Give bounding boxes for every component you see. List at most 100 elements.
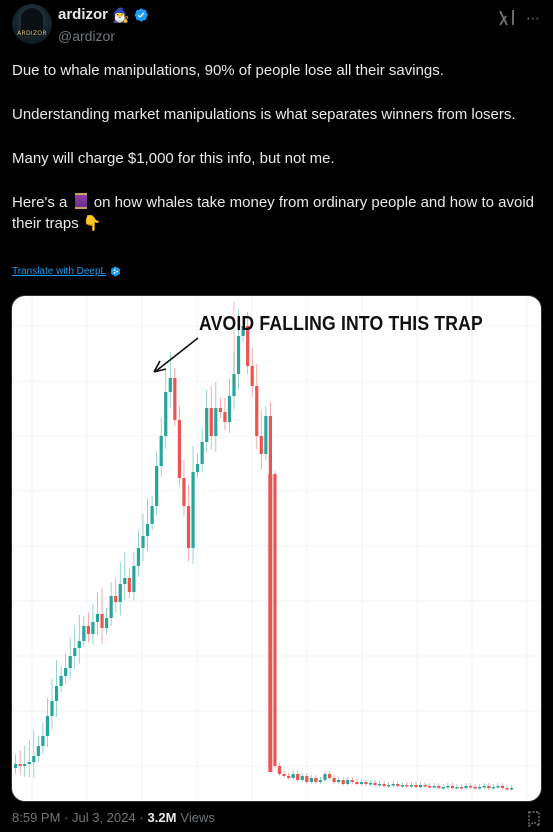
candle-body: [73, 648, 77, 656]
candle-body: [45, 716, 50, 736]
candle-body: [59, 676, 63, 686]
candle-body: [500, 786, 505, 788]
grok-icon[interactable]: [497, 8, 517, 28]
candle-body: [496, 786, 500, 788]
candle-body: [387, 785, 391, 787]
candle-body: [378, 784, 382, 786]
candle-body: [200, 442, 204, 464]
candle-body: [209, 408, 213, 436]
candle-body: [264, 416, 268, 454]
candle-body: [509, 788, 514, 790]
candle-body: [355, 782, 359, 784]
wizard-emoji: 🧙‍♂️: [112, 6, 130, 23]
candle-body: [400, 785, 404, 787]
candle-body: [54, 686, 59, 701]
thread-text-after: on how whales take money from ordinary p…: [12, 194, 534, 232]
candle-body: [95, 614, 100, 622]
candle-body: [459, 787, 464, 789]
candle-body: [296, 774, 300, 780]
candle-body: [337, 780, 341, 782]
candle-body: [287, 776, 291, 778]
candle-body: [168, 378, 172, 392]
candle-body: [391, 784, 395, 786]
thread-text-before: Here's a: [12, 194, 68, 211]
candle-body: [227, 396, 232, 422]
candle-body: [450, 786, 454, 788]
candle-body: [36, 746, 40, 756]
candle-body: [255, 386, 259, 436]
tweet-text: Due to whale manipulations, 90% of peopl…: [12, 60, 540, 234]
tweet-paragraph: Due to whale manipulations, 90% of peopl…: [12, 62, 444, 79]
candle-body: [332, 778, 336, 782]
candle-body: [418, 785, 423, 787]
candle-body: [314, 778, 318, 782]
candle-body: [145, 524, 150, 536]
candle-body: [446, 786, 450, 788]
candle-body: [259, 436, 263, 454]
tweet-paragraph: Many will charge $1,000 for this info, b…: [12, 150, 335, 167]
display-name[interactable]: ardizor: [58, 6, 108, 23]
candle-body: [100, 614, 104, 628]
bookmark-icon[interactable]: [527, 811, 541, 827]
candle-body: [77, 641, 81, 648]
tweet-timestamp[interactable]: 8:59 PM · Jul 3, 2024 ·: [12, 810, 144, 825]
chart-annotation: AVOID FALLING INTO THIS TRAP: [199, 313, 483, 335]
candle-body: [127, 578, 131, 592]
candle-body: [32, 756, 36, 762]
tweet-meta: 8:59 PM · Jul 3, 2024 · 3.2M Views: [12, 810, 215, 825]
candle-body: [18, 764, 22, 766]
candle-body: [346, 780, 350, 784]
candle-body: [282, 774, 286, 776]
candle-body: [323, 774, 327, 780]
thread-spool-icon: [74, 193, 87, 209]
candle-body: [64, 668, 68, 676]
candle-body: [82, 626, 86, 641]
translate-label[interactable]: Translate with DeepL: [12, 266, 106, 277]
views-count: 3.2M: [147, 810, 177, 825]
candle-body: [132, 566, 136, 592]
candle-body: [236, 336, 241, 374]
candle-body: [250, 366, 254, 386]
candle-body: [123, 578, 127, 584]
tweet-media-image[interactable]: AVOID FALLING INTO THIS TRAP: [11, 295, 542, 802]
candle-body: [327, 774, 332, 778]
annotation-arrow-line: [155, 337, 199, 372]
candle-body: [359, 782, 363, 784]
candle-body: [164, 392, 168, 436]
candle-body: [368, 783, 373, 785]
candle-body: [396, 784, 400, 786]
candle-body: [91, 622, 95, 634]
candle-body: [150, 506, 154, 524]
candle-body: [205, 408, 209, 442]
candle-body: [350, 780, 354, 782]
candle-body: [196, 464, 200, 472]
user-handle[interactable]: @ardizor: [58, 28, 115, 44]
candle-body: [478, 787, 482, 789]
candle-body: [469, 786, 473, 788]
candle-body: [414, 785, 418, 787]
candle-body: [86, 626, 90, 634]
translate-link[interactable]: Translate with DeepL: [12, 266, 121, 277]
candle-body: [318, 780, 323, 782]
candle-body: [223, 412, 227, 422]
more-options-icon[interactable]: ⋯: [526, 10, 541, 27]
candle-body: [291, 774, 295, 778]
tweet-header: ARDIZOR ardizor 🧙‍♂️ @ardizor ⋯: [12, 4, 541, 48]
candle-body: [214, 408, 218, 436]
candle-body: [487, 786, 491, 788]
candle-body: [141, 536, 145, 548]
candle-body: [305, 776, 309, 782]
candle-body: [464, 786, 468, 788]
avatar[interactable]: ARDIZOR: [12, 4, 52, 44]
candle-body: [423, 785, 427, 787]
candle-body: [491, 787, 495, 789]
candle-body: [405, 785, 409, 787]
candle-body: [341, 780, 345, 784]
candle-body: [364, 782, 368, 784]
candle-body: [14, 764, 18, 768]
tweet-paragraph: Understanding market manipulations is wh…: [12, 106, 516, 123]
annotation-arrow-head: [153, 360, 167, 373]
candle-body: [173, 378, 177, 420]
views-label: Views: [180, 810, 215, 825]
candle-body: [428, 786, 432, 788]
